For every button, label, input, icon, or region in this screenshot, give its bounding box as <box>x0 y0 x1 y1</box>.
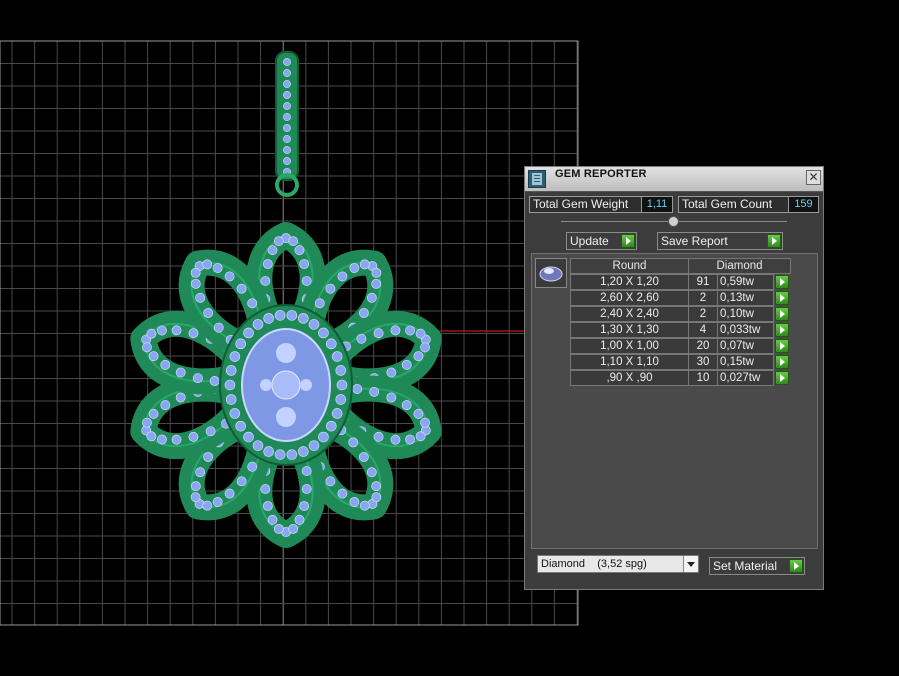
total-gem-weight-value: 1,11 <box>641 196 673 213</box>
play-arrow-icon <box>767 234 781 248</box>
close-icon[interactable]: ✕ <box>806 170 821 185</box>
pendant-model[interactable] <box>130 51 442 548</box>
chevron-down-icon[interactable] <box>683 556 698 572</box>
set-material-button-label: Set Material <box>713 559 778 573</box>
gem-size-cell: 1,00 X 1,00 <box>570 338 689 354</box>
round-gem-icon[interactable] <box>535 258 567 288</box>
gem-count-cell: 2 <box>688 290 718 306</box>
save-report-button-label: Save Report <box>661 234 728 248</box>
total-gem-count-value: 159 <box>788 196 819 213</box>
gem-weight-cell: 0,10tw <box>717 306 774 322</box>
slider-handle[interactable] <box>668 216 679 227</box>
gem-count-cell: 2 <box>688 306 718 322</box>
gem-count-cell: 10 <box>688 370 718 386</box>
gem-weight-cell: 0,13tw <box>717 290 774 306</box>
update-button[interactable]: Update <box>566 232 637 250</box>
gem-reporter-icon <box>528 170 546 188</box>
play-arrow-icon <box>789 559 803 573</box>
play-arrow-icon <box>621 234 635 248</box>
gem-weight-cell: 0,027tw <box>717 370 774 386</box>
gem-count-cell: 91 <box>688 274 718 290</box>
gem-weight-cell: 0,033tw <box>717 322 774 338</box>
gem-size-cell: 1,20 X 1,20 <box>570 274 689 290</box>
panel-title: GEM REPORTER <box>555 168 647 180</box>
gem-size-cell: 2,60 X 2,60 <box>570 290 689 306</box>
panel-titlebar[interactable]: GEM REPORTER ✕ <box>525 167 823 192</box>
update-button-label: Update <box>570 234 609 248</box>
gem-weight-cell: 0,15tw <box>717 354 774 370</box>
gem-size-cell: 1,30 X 1,30 <box>570 322 689 338</box>
play-arrow-icon[interactable] <box>775 275 789 289</box>
shape-header: Round <box>570 258 689 274</box>
material-select-value: Diamond (3,52 spg) <box>541 556 647 572</box>
gem-count-cell: 20 <box>688 338 718 354</box>
play-arrow-icon[interactable] <box>775 323 789 337</box>
material-density: (3,52 spg) <box>597 558 647 570</box>
gem-weight-cell: 0,07tw <box>717 338 774 354</box>
play-arrow-icon[interactable] <box>775 371 789 385</box>
gem-count-cell: 4 <box>688 322 718 338</box>
gem-weight-cell: 0,59tw <box>717 274 774 290</box>
gem-reporter-panel: GEM REPORTER ✕ Total Gem Weight 1,11 Tot… <box>524 166 824 590</box>
material-header: Diamond <box>688 258 791 274</box>
play-arrow-icon[interactable] <box>775 291 789 305</box>
material-select[interactable]: Diamond (3,52 spg) <box>537 555 699 573</box>
gem-size-cell: ,90 X ,90 <box>570 370 689 386</box>
play-arrow-icon[interactable] <box>775 355 789 369</box>
gem-size-cell: 1,10 X 1,10 <box>570 354 689 370</box>
material-name: Diamond <box>541 558 586 570</box>
set-material-button[interactable]: Set Material <box>709 557 805 575</box>
gem-count-cell: 30 <box>688 354 718 370</box>
gem-size-cell: 2,40 X 2,40 <box>570 306 689 322</box>
play-arrow-icon[interactable] <box>775 307 789 321</box>
play-arrow-icon[interactable] <box>775 339 789 353</box>
save-report-button[interactable]: Save Report <box>657 232 783 250</box>
